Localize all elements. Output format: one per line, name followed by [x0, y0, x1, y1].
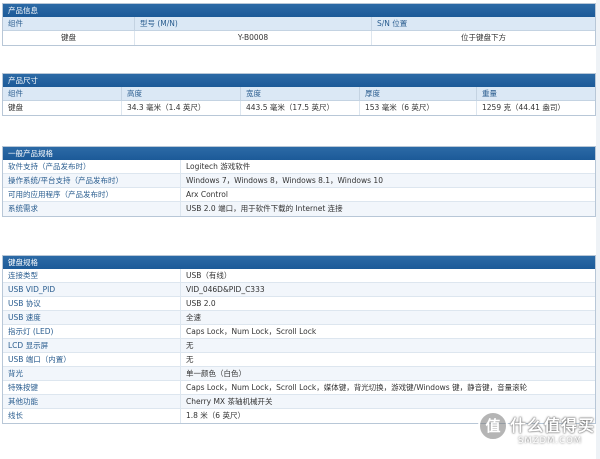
table-row: 连接类型 USB（有线）	[3, 269, 595, 283]
table-row: USB 端口（内置） 无	[3, 353, 595, 367]
spec-value: Logitech 游戏软件	[186, 162, 251, 171]
spec-label: 系统需求	[3, 202, 181, 216]
table-row: 指示灯 (LED) Caps Lock，Num Lock，Scroll Lock	[3, 325, 595, 339]
table-cell: 位于键盘下方	[461, 33, 506, 42]
spec-label: USB 协议	[3, 297, 181, 310]
table-row: 键盘 Y-B0008 位于键盘下方	[3, 31, 595, 45]
spec-label: 线长	[3, 409, 181, 423]
spec-value: 无	[186, 355, 194, 364]
section-title: 产品尺寸	[3, 74, 595, 87]
header-cell: 重量	[482, 89, 497, 98]
spec-value: USB（有线）	[186, 271, 232, 280]
table-row: 背光 单一颜色（白色）	[3, 367, 595, 381]
header-cell: 宽度	[241, 87, 360, 100]
spec-label: 软件支持（产品发布时）	[3, 160, 181, 173]
watermark-title: 什么值得买	[510, 416, 596, 435]
header-cell: 组件	[3, 87, 122, 100]
keyboard-specs-section: 键盘规格 连接类型 USB（有线） USB VID_PID VID_046D&P…	[2, 255, 596, 424]
section-title: 产品信息	[3, 4, 595, 17]
table-cell: 1259 克（44.41 盎司）	[482, 103, 565, 112]
spec-value: Arx Control	[186, 190, 228, 199]
watermark-logo: 值 什么值得买 SMZDM.COM	[474, 409, 600, 459]
table-row: USB 协议 USB 2.0	[3, 297, 595, 311]
spec-value: Cherry MX 茶轴机械开关	[186, 397, 273, 406]
spec-label: 特殊按键	[3, 381, 181, 394]
spec-value: Caps Lock，Num Lock，Scroll Lock	[186, 327, 317, 336]
header-cell: 组件	[3, 17, 135, 30]
spec-label: 其他功能	[3, 395, 181, 408]
table-header: 组件 型号 (M/N) S/N 位置	[3, 17, 595, 31]
table-cell: 153 毫米（6 英尺）	[360, 101, 477, 115]
spec-label: USB VID_PID	[3, 283, 181, 296]
section-title: 一般产品规格	[3, 147, 595, 160]
table-cell: 34.3 毫米（1.4 英尺）	[122, 101, 241, 115]
spec-label: 可用的应用程序（产品发布时）	[3, 188, 181, 201]
table-row: 软件支持（产品发布时） Logitech 游戏软件	[3, 160, 595, 174]
table-row: 系统需求 USB 2.0 端口，用于软件下载的 Internet 连接	[3, 202, 595, 216]
spec-label: USB 速度	[3, 311, 181, 324]
table-row: USB 速度 全速	[3, 311, 595, 325]
header-cell: S/N 位置	[377, 19, 408, 28]
spec-value: USB 2.0	[186, 299, 216, 308]
table-row: USB VID_PID VID_046D&PID_C333	[3, 283, 595, 297]
spec-value: 单一颜色（白色）	[186, 369, 246, 378]
product-info-section: 产品信息 组件 型号 (M/N) S/N 位置 键盘 Y-B0008 位于键盘下…	[2, 3, 596, 46]
table-cell: 键盘	[3, 101, 122, 115]
section-title: 键盘规格	[3, 256, 595, 269]
spec-label: LCD 显示屏	[3, 339, 181, 352]
spec-value: VID_046D&PID_C333	[186, 285, 265, 294]
spec-value: USB 2.0 端口，用于软件下载的 Internet 连接	[186, 204, 343, 213]
watermark-subtitle: SMZDM.COM	[518, 436, 583, 446]
table-row: 其他功能 Cherry MX 茶轴机械开关	[3, 395, 595, 409]
spec-value: Windows 7，Windows 8，Windows 8.1，Windows …	[186, 176, 383, 185]
logo-badge-icon: 值	[478, 411, 508, 441]
spec-label: 指示灯 (LED)	[3, 325, 181, 338]
spec-value: 全速	[186, 313, 201, 322]
header-cell: 型号 (M/N)	[135, 17, 372, 30]
table-cell: 键盘	[3, 31, 135, 45]
scrollbar[interactable]	[596, 0, 600, 459]
table-cell: 443.5 毫米（17.5 英尺）	[241, 101, 360, 115]
spec-label: USB 端口（内置）	[3, 353, 181, 366]
table-row: 操作系统/平台支持（产品发布时） Windows 7，Windows 8，Win…	[3, 174, 595, 188]
table-header: 组件 高度 宽度 厚度 重量	[3, 87, 595, 101]
spec-label: 背光	[3, 367, 181, 380]
spec-label: 操作系统/平台支持（产品发布时）	[3, 174, 181, 187]
header-cell: 高度	[122, 87, 241, 100]
spec-label: 连接类型	[3, 269, 181, 282]
spec-value: 无	[186, 341, 194, 350]
product-dims-section: 产品尺寸 组件 高度 宽度 厚度 重量 键盘 34.3 毫米（1.4 英尺） 4…	[2, 73, 596, 116]
header-cell: 厚度	[360, 87, 477, 100]
table-cell: Y-B0008	[135, 31, 372, 45]
general-specs-section: 一般产品规格 软件支持（产品发布时） Logitech 游戏软件 操作系统/平台…	[2, 146, 596, 217]
table-row: 特殊按键 Caps Lock，Num Lock，Scroll Lock，媒体键，…	[3, 381, 595, 395]
spec-value: Caps Lock，Num Lock，Scroll Lock，媒体键，背光切换，…	[186, 383, 528, 392]
table-row: 可用的应用程序（产品发布时） Arx Control	[3, 188, 595, 202]
table-row: 键盘 34.3 毫米（1.4 英尺） 443.5 毫米（17.5 英尺） 153…	[3, 101, 595, 115]
table-row: LCD 显示屏 无	[3, 339, 595, 353]
